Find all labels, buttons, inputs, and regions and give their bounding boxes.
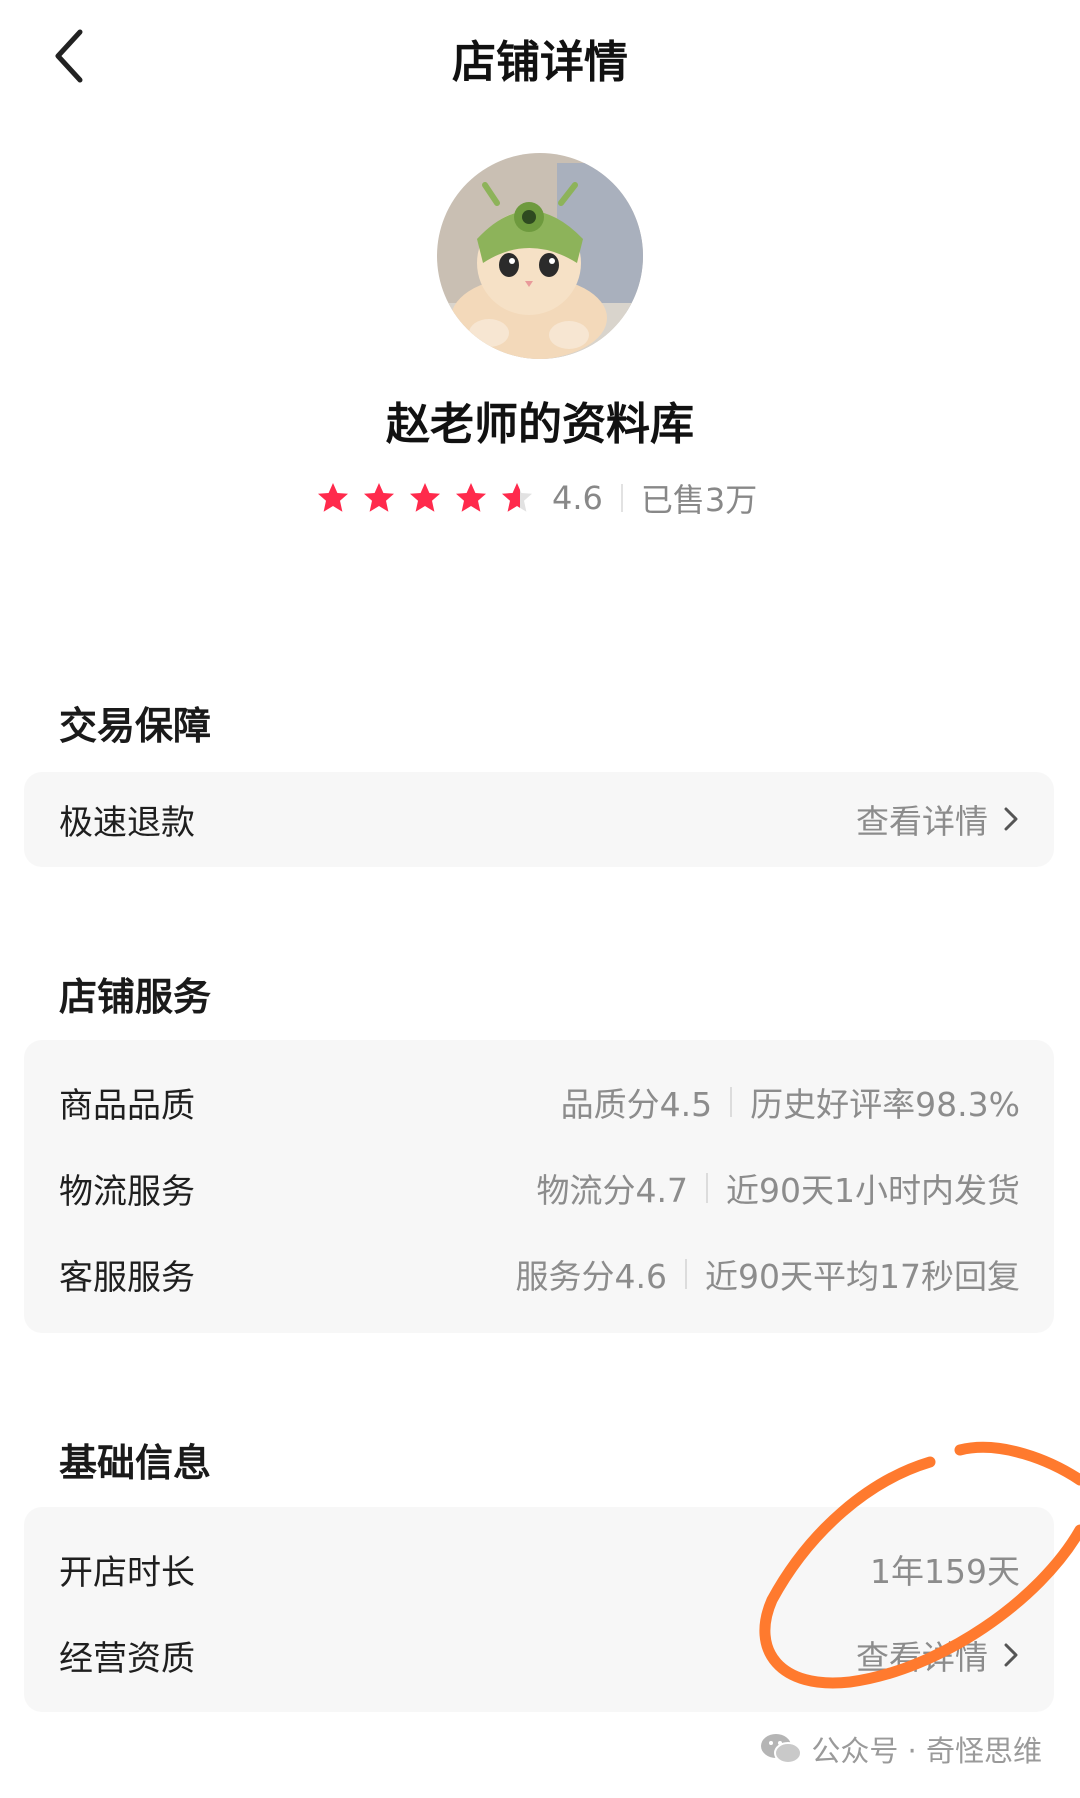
refund-row[interactable]: 极速退款 查看详情 <box>59 789 1020 849</box>
row-metrics: 品质分4.5 历史好评率98.3% <box>561 1078 1020 1126</box>
orange-annotation-circle <box>759 1441 1080 1689</box>
score: 物流分4.7 <box>536 1171 688 1210</box>
section-title-service: 店铺服务 <box>59 975 212 1019</box>
row-label: 客服服务 <box>59 1257 195 1298</box>
row-metrics: 服务分4.6 近90天平均17秒回复 <box>516 1250 1020 1298</box>
top-bar: 店铺详情 <box>0 0 1080 120</box>
row-label: 物流服务 <box>59 1171 195 1212</box>
chevron-right-icon <box>1004 807 1018 831</box>
row-label: 开店时长 <box>59 1552 195 1593</box>
star-icon <box>364 483 394 512</box>
divider <box>620 484 623 512</box>
service-card: 商品品质 品质分4.5 历史好评率98.3% 物流服务 物流分4.7 近90天1… <box>24 1040 1054 1333</box>
divider <box>685 1259 688 1289</box>
row-metrics: 物流分4.7 近90天1小时内发货 <box>537 1164 1020 1212</box>
wechat-icon <box>761 1734 803 1764</box>
shop-avatar[interactable] <box>437 153 643 359</box>
detail: 近90天1小时内发货 <box>726 1171 1020 1210</box>
rating-score: 4.6 <box>552 479 603 517</box>
trade-card: 极速退款 查看详情 <box>24 772 1054 867</box>
section-title-trade: 交易保障 <box>59 704 212 748</box>
divider <box>730 1087 733 1117</box>
sold-count: 已售3万 <box>640 481 758 519</box>
rating-stars <box>316 481 546 515</box>
score: 品质分4.5 <box>560 1085 713 1124</box>
detail: 历史好评率98.3% <box>750 1085 1020 1124</box>
section-title-basic: 基础信息 <box>59 1441 212 1485</box>
watermark: 公众号 · 奇怪思维 <box>759 1728 1042 1770</box>
divider <box>706 1173 708 1203</box>
score: 服务分4.6 <box>515 1257 668 1296</box>
link-text: 查看详情 <box>856 802 988 841</box>
star-icon <box>318 483 348 512</box>
shop-name: 赵老师的资料库 <box>386 399 694 450</box>
half-star-icon <box>502 483 532 512</box>
row-label: 经营资质 <box>59 1638 195 1679</box>
row-label: 商品品质 <box>59 1085 195 1126</box>
view-details-link[interactable]: 查看详情 <box>856 795 1020 843</box>
page-title: 店铺详情 <box>452 37 628 88</box>
row-label: 极速退款 <box>59 802 195 843</box>
shop-rating: 4.6 已售3万 <box>316 474 757 522</box>
service-row: 客服服务 服务分4.6 近90天平均17秒回复 <box>59 1244 1020 1304</box>
cat-avatar-image <box>437 153 643 359</box>
service-row: 物流服务 物流分4.7 近90天1小时内发货 <box>59 1158 1020 1218</box>
watermark-text: 公众号 · 奇怪思维 <box>811 1734 1042 1768</box>
star-icon <box>456 483 486 512</box>
service-row: 商品品质 品质分4.5 历史好评率98.3% <box>59 1072 1020 1132</box>
detail: 近90天平均17秒回复 <box>705 1257 1020 1296</box>
star-icon <box>410 483 440 512</box>
